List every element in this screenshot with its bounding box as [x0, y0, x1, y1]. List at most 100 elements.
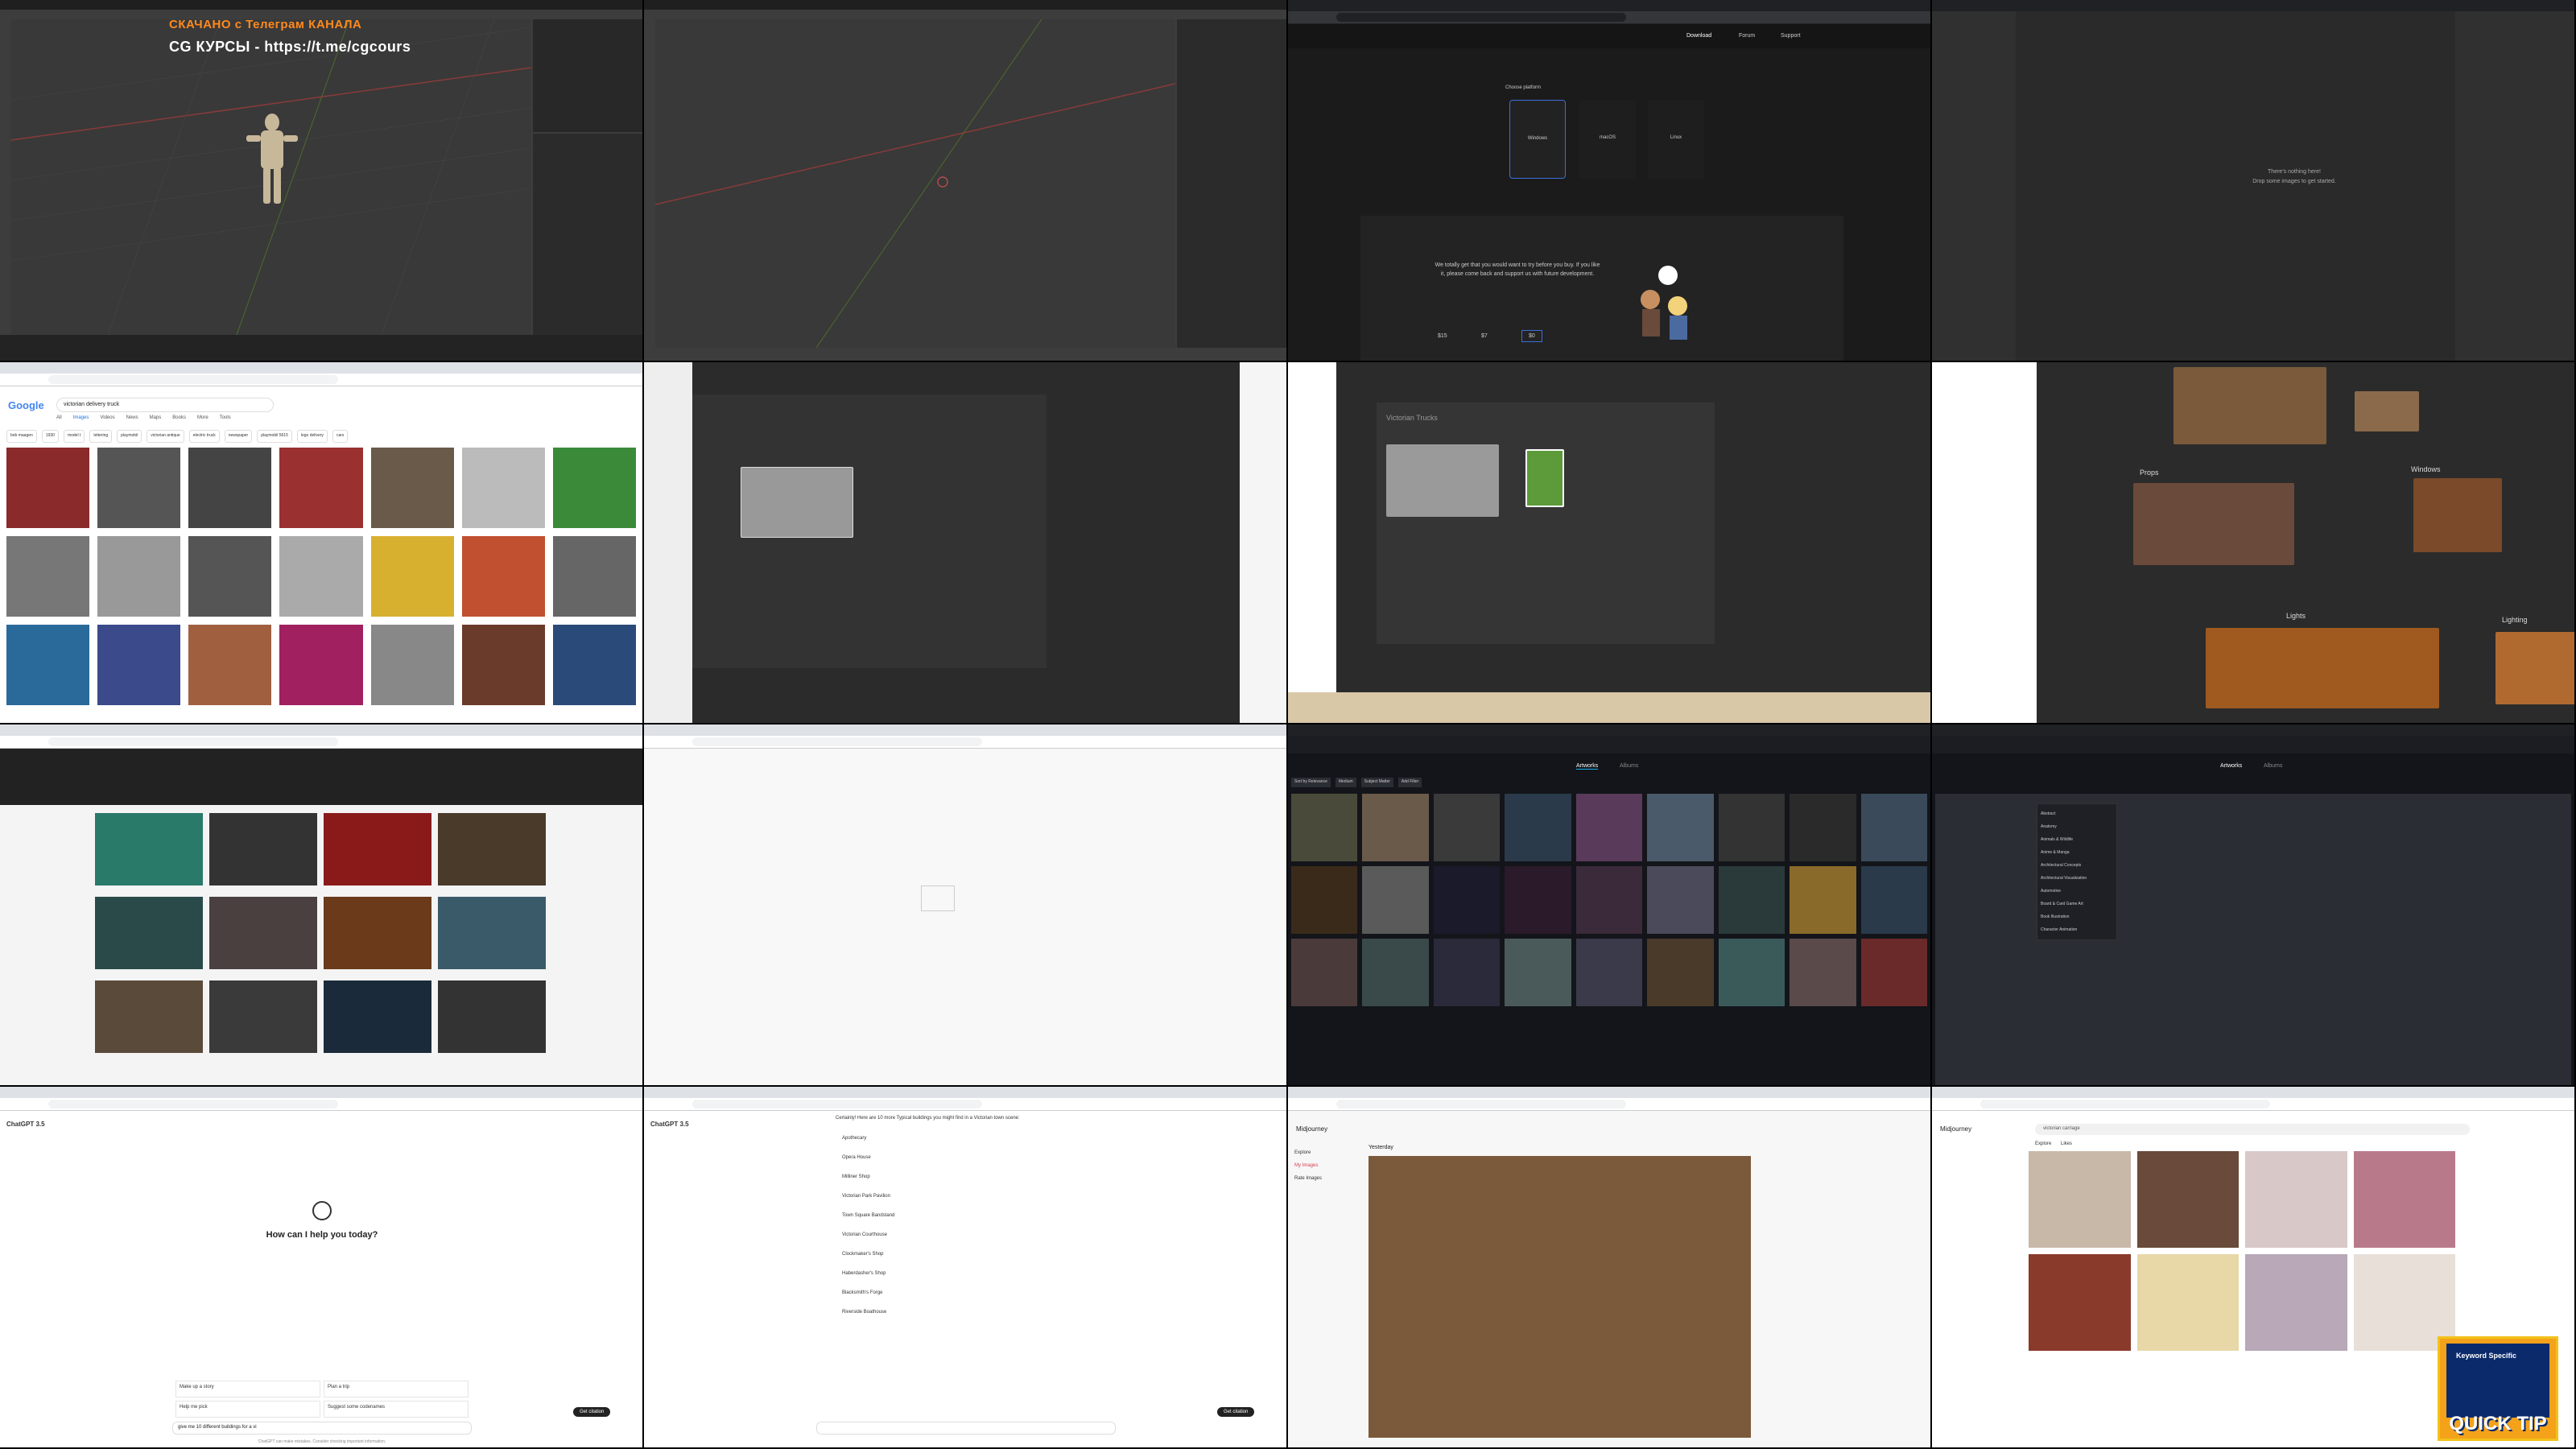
carriage-image[interactable]: [2353, 1151, 2455, 1248]
blender-viewport[interactable]: [10, 19, 532, 336]
suggestion-card[interactable]: Plan a trip: [324, 1381, 469, 1397]
platform-windows[interactable]: Windows: [1509, 100, 1566, 179]
result-image[interactable]: [370, 448, 454, 528]
artwork-thumb[interactable]: [1575, 866, 1643, 934]
url-bar-m1[interactable]: [1336, 1100, 1626, 1108]
tab-images[interactable]: Images: [73, 415, 89, 423]
artwork-thumb[interactable]: [438, 980, 546, 1053]
get-citation-button-2[interactable]: Get citation: [1217, 1407, 1255, 1417]
filter-medium[interactable]: Medium: [1335, 778, 1356, 787]
get-citation-button[interactable]: Get citation: [573, 1407, 611, 1417]
artwork-thumb[interactable]: [1362, 794, 1429, 861]
browser-tabs-ad[interactable]: [1932, 724, 2574, 736]
right-panel[interactable]: [2455, 11, 2574, 361]
artwork-thumb[interactable]: [1575, 794, 1643, 861]
chip[interactable]: playmobil 5615: [257, 430, 292, 443]
platform-macos[interactable]: macOS: [1579, 100, 1636, 179]
dropdown-item[interactable]: Board & Card Game Art: [2041, 898, 2113, 910]
artwork-thumb[interactable]: [1647, 794, 1714, 861]
truck-photo-3[interactable]: [1525, 449, 1564, 507]
tab-all[interactable]: All: [56, 415, 62, 423]
truck-photo[interactable]: [741, 467, 853, 538]
artwork-thumb[interactable]: [1860, 939, 1927, 1006]
artwork-thumb[interactable]: [1860, 866, 1927, 934]
artwork-thumb[interactable]: [438, 897, 546, 969]
result-image[interactable]: [6, 536, 90, 617]
artwork-thumb[interactable]: [324, 897, 431, 969]
browser-toolbar-c1[interactable]: [0, 1098, 642, 1111]
artwork-thumb[interactable]: [324, 980, 431, 1053]
chip[interactable]: cars: [332, 430, 349, 443]
explore-grid-2[interactable]: [1935, 794, 2571, 1085]
carriage-image[interactable]: [2245, 1151, 2347, 1248]
filter-add[interactable]: Add Filter: [1397, 778, 1422, 787]
browser-toolbar-m2[interactable]: [1932, 1098, 2574, 1111]
chat-input[interactable]: give me 10 different buildings for a vi: [172, 1422, 472, 1435]
artwork-thumb[interactable]: [95, 980, 203, 1053]
browser-tabs-as[interactable]: [0, 724, 642, 736]
outliner-panel[interactable]: [533, 19, 642, 132]
left-panel[interactable]: [1932, 11, 2016, 361]
artwork-thumb[interactable]: [1718, 794, 1785, 861]
artwork-thumb[interactable]: [1575, 939, 1643, 1006]
suggestion-card[interactable]: Make up a story: [175, 1381, 320, 1397]
nav-explore[interactable]: Explore: [1294, 1146, 1343, 1159]
platform-linux[interactable]: Linux: [1648, 100, 1704, 179]
nav-rate-images[interactable]: Rate Images: [1294, 1172, 1343, 1185]
nav-my-images[interactable]: My Images: [1294, 1159, 1343, 1172]
chip[interactable]: playmobil: [117, 430, 142, 443]
artwork-thumb[interactable]: [95, 897, 203, 969]
artwork-thumb[interactable]: [1505, 794, 1571, 861]
artwork-thumb[interactable]: [1362, 866, 1429, 934]
artwork-thumb[interactable]: [1647, 866, 1714, 934]
artwork-thumb[interactable]: [1790, 866, 1856, 934]
artwork-thumb[interactable]: [209, 897, 317, 969]
url-bar-g[interactable]: [48, 375, 338, 384]
pureref-canvas[interactable]: [692, 362, 1240, 723]
url-bar-c1[interactable]: [48, 1100, 338, 1108]
browser-toolbar-c2[interactable]: [644, 1098, 1286, 1111]
result-image[interactable]: [188, 448, 272, 528]
chip[interactable]: model t: [63, 430, 85, 443]
price-15[interactable]: $15: [1438, 333, 1447, 339]
carriage-image[interactable]: [2029, 1254, 2131, 1351]
artwork-thumb[interactable]: [1505, 866, 1571, 934]
url-bar-m2[interactable]: [1980, 1100, 2270, 1108]
blender-topbar[interactable]: [0, 0, 642, 10]
artwork-thumb[interactable]: [1291, 794, 1358, 861]
artwork-thumb[interactable]: [95, 813, 203, 886]
browser-toolbar-g[interactable]: [0, 374, 642, 386]
tab-tools[interactable]: Tools: [220, 415, 231, 423]
tab-maps[interactable]: Maps: [150, 415, 162, 423]
result-image[interactable]: [97, 625, 181, 705]
result-image[interactable]: [461, 448, 545, 528]
blender-viewport-2[interactable]: [654, 19, 1176, 349]
browser-tabs-m2[interactable]: [1932, 1087, 2574, 1098]
group-windows[interactable]: [2413, 478, 2502, 552]
dropdown-item[interactable]: Anatomy: [2041, 820, 2113, 833]
browser-tabs-4[interactable]: [1932, 0, 2574, 11]
model-selector-2[interactable]: ChatGPT 3.5: [650, 1121, 689, 1128]
chip[interactable]: lettering: [89, 430, 113, 443]
filter-sort[interactable]: Sort by Relevance: [1291, 778, 1331, 787]
tab-artworks[interactable]: Artworks: [1576, 763, 1599, 770]
artwork-thumb[interactable]: [1860, 794, 1927, 861]
dropdown-item[interactable]: Book Illustration: [2041, 910, 2113, 923]
browser-toolbar-as[interactable]: [0, 736, 642, 749]
artwork-thumb[interactable]: [1647, 939, 1714, 1006]
result-image[interactable]: [97, 448, 181, 528]
artwork-thumb[interactable]: [1362, 939, 1429, 1006]
filter-subject[interactable]: Subject Matter: [1360, 778, 1393, 787]
artwork-thumb[interactable]: [209, 813, 317, 886]
dropdown-item[interactable]: Automotive: [2041, 885, 2113, 898]
chip[interactable]: newspaper: [224, 430, 253, 443]
tab-albums-2[interactable]: Albums: [2264, 763, 2282, 769]
url-bar-c2[interactable]: [692, 1100, 982, 1108]
artwork-thumb[interactable]: [1718, 939, 1785, 1006]
chat-input-2[interactable]: [816, 1422, 1116, 1435]
chip[interactable]: lego delivery: [296, 430, 328, 443]
dropdown-item[interactable]: Architectural Concepts: [2041, 859, 2113, 872]
chip[interactable]: victorian antique: [147, 430, 184, 443]
browser-tabs-c1[interactable]: [0, 1087, 642, 1098]
artwork-thumb[interactable]: [1790, 939, 1856, 1006]
